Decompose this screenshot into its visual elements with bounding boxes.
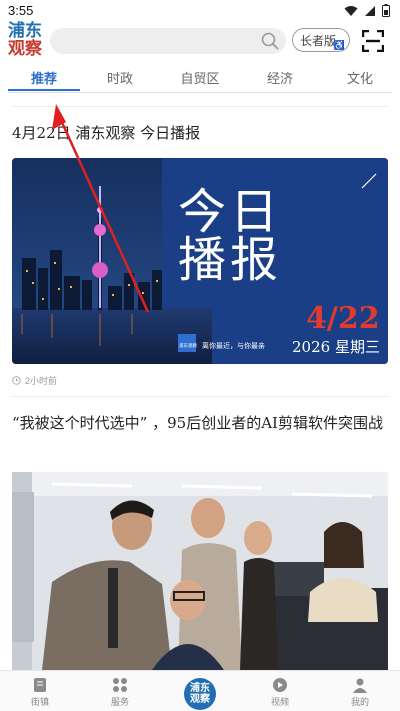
annotation-arrow	[52, 104, 150, 313]
